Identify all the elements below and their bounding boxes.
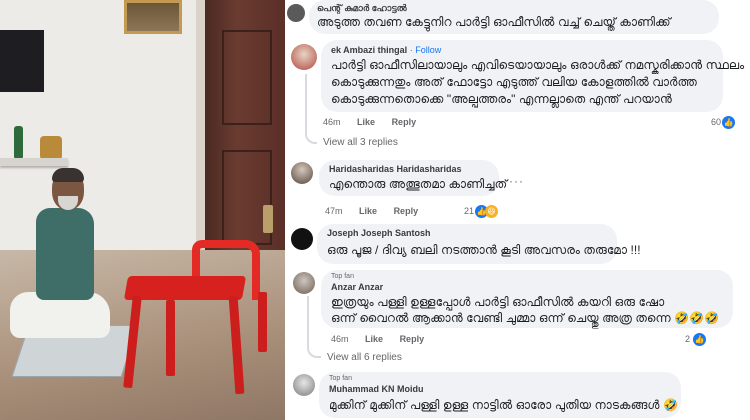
more-options-icon[interactable]: ··· [509,174,524,188]
comment-text-line: പാർട്ടി ഓഫീസിലായാലും എവിടെയായാലും ഒരാൾക്… [331,58,745,72]
chair-leg [258,292,267,352]
reply-button[interactable]: Reply [392,117,417,127]
reply-button[interactable]: Reply [400,334,425,344]
follow-link[interactable]: · Follow [410,45,442,55]
door-lock [263,205,273,233]
comment-author[interactable]: ek Ambazi thingal · Follow [331,45,441,55]
comment-actions: 47m Like Reply [325,206,432,216]
reply-button[interactable]: Reply [394,206,419,216]
like-button[interactable]: Like [357,117,375,127]
avatar[interactable] [293,272,315,294]
top-fan-badge: Top fan [331,273,354,280]
comment-text-line: ഒന്ന് വൈറൽ ആക്കാൻ വേണ്ടി ചുമ്മാ ഒന്ന് ചെ… [331,311,720,325]
wall-shelf [0,158,68,166]
comment-author[interactable]: Muhammad KN Moidu [329,384,424,394]
comment-text: അടുത്ത തവണ കേട്ടുനിറ പാർട്ടി ഓഫീസിൽ വച്ച… [317,15,671,29]
comment-author[interactable]: Anzar Anzar [331,282,383,292]
comment-author[interactable]: Joseph Joseph Santosh [327,228,431,238]
comments-panel: പെന്റ് കുമാർ ഹോട്ടൽ അടുത്ത തവണ കേട്ടുനിറ… [285,0,750,420]
comment-text: ഒരു പൂജ / ദിവ്യ ബലി നടത്താൻ കൂടി അവസരം ത… [327,243,641,257]
thread-line [305,74,317,144]
avatar[interactable] [291,44,317,70]
comment-time[interactable]: 46m [331,334,349,344]
view-replies-link[interactable]: View all 3 replies [323,137,398,148]
author-name[interactable]: ek Ambazi thingal [331,45,407,55]
comment-text: മുക്കിന് മുക്കിന് പള്ളി ഉള്ള നാട്ടിൽ ഓരോ… [329,398,679,412]
comment-author[interactable]: Haridasharidas Haridasharidas [329,164,462,174]
comment-text-line: കൊടുക്കുന്നതും അത് ഫോട്ടോ എടുത്ത് വലിയ ക… [331,75,697,89]
man-shirt [36,208,94,300]
comment-text-line: ഇത്രയും പള്ളി ഉള്ളപ്പോൾ പാർട്ടി ഓഫീസിൽ ക… [331,295,665,309]
comment-text-line: കൊടുക്കുന്നതൊക്കെ "അല്പത്തരം" എന്നല്ലാതെ… [331,92,672,106]
like-button[interactable]: Like [359,206,377,216]
avatar[interactable] [291,228,313,250]
avatar[interactable] [287,4,305,22]
comment-actions: 46m Like Reply [331,334,438,344]
top-fan-badge: Top fan [329,375,352,382]
news-photo [0,0,285,420]
wall-portrait [124,0,182,34]
bottle [14,126,23,158]
chair-leg [166,300,175,376]
comment-author[interactable]: പെന്റ് കുമാർ ഹോട്ടൽ [317,3,407,14]
reaction-count[interactable]: 60 [711,117,721,127]
like-button[interactable]: Like [365,334,383,344]
reaction-count[interactable]: 21 [464,206,474,216]
door-panel [222,30,272,125]
avatar[interactable] [291,162,313,184]
comment-time[interactable]: 46m [323,117,341,127]
haha-reaction-icon: 😆 [485,205,498,218]
comment-text: എന്തൊരു അത്ഭുതമാ കാണിച്ചത് [329,177,508,191]
view-replies-link[interactable]: View all 6 replies [327,352,402,363]
avatar[interactable] [293,374,315,396]
reaction-count[interactable]: 2 [685,334,690,344]
red-chair-seat [123,276,247,300]
comment-time[interactable]: 47m [325,206,343,216]
thread-line [307,296,321,358]
like-reaction-icon: 👍 [722,116,735,129]
comment-actions: 46m Like Reply [323,117,430,127]
television [0,30,44,92]
like-reaction-icon: 👍 [693,333,706,346]
idol [40,136,62,160]
man-hair [52,168,84,182]
